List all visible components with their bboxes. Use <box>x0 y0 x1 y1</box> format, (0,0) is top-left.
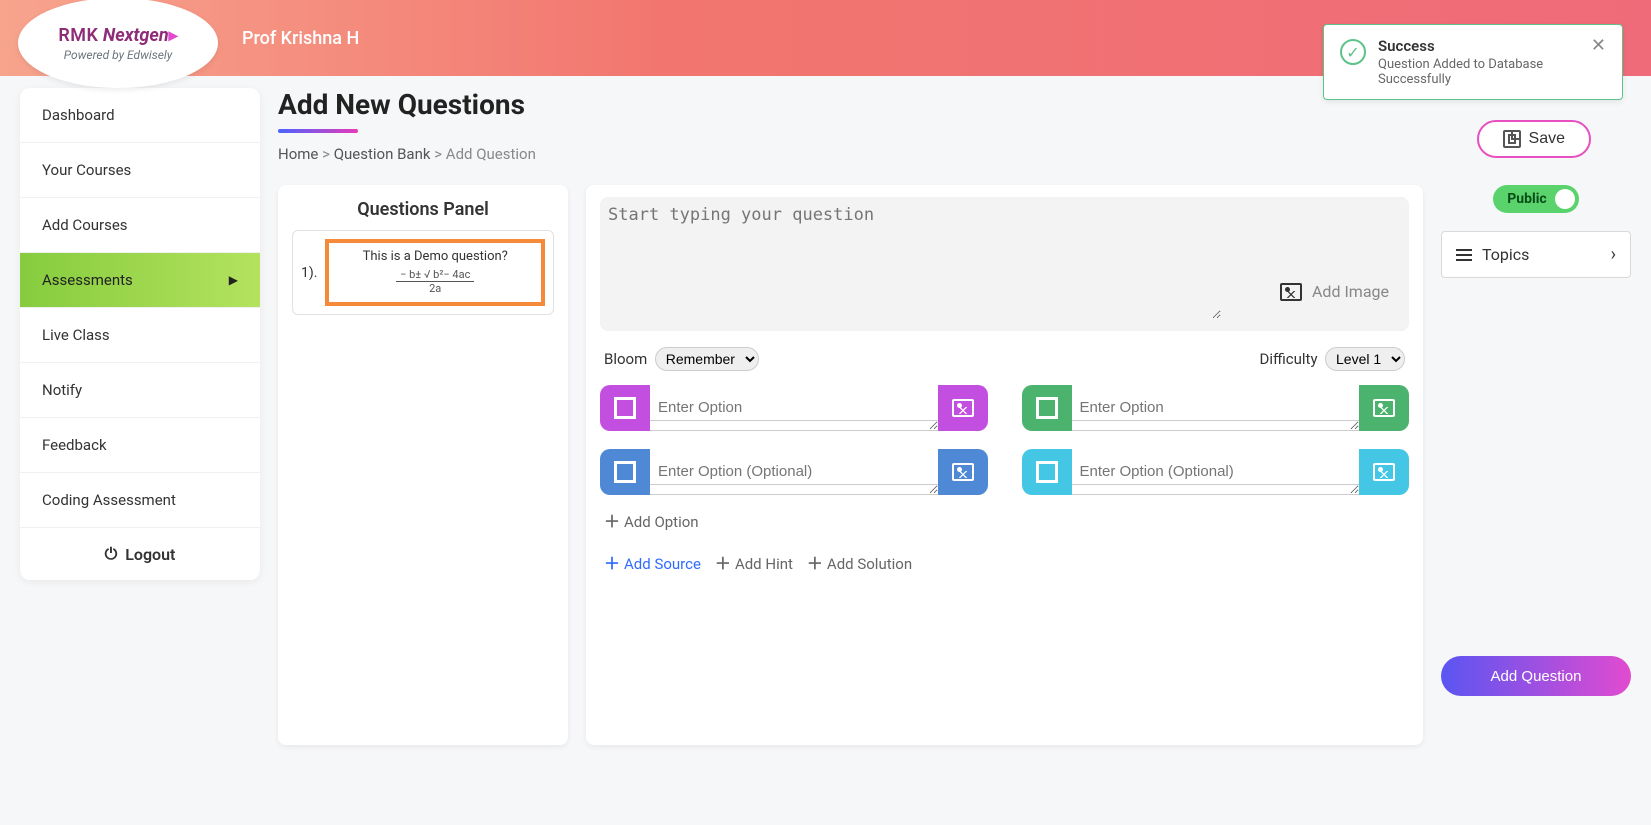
questions-panel-title: Questions Panel <box>292 199 554 220</box>
bloom-select[interactable]: Remember <box>655 347 759 371</box>
option-c-image-button[interactable] <box>938 449 988 495</box>
toast-title: Success <box>1378 37 1579 55</box>
logo-text-1: RMK <box>58 25 98 46</box>
option-b-image-button[interactable] <box>1359 385 1409 431</box>
plus-icon: ＋ <box>807 556 823 572</box>
breadcrumb-current: Add Question <box>446 145 536 163</box>
sidebar-item-live-class[interactable]: Live Class <box>20 308 260 363</box>
sidebar-item-feedback[interactable]: Feedback <box>20 418 260 473</box>
breadcrumb: Home > Question Bank > Add Question <box>278 145 1631 163</box>
bloom-label: Bloom <box>604 350 647 368</box>
add-source-button[interactable]: ＋Add Source <box>604 555 701 573</box>
option-a-correct-checkbox[interactable] <box>600 385 650 431</box>
difficulty-label: Difficulty <box>1259 350 1317 368</box>
image-icon <box>1373 399 1395 417</box>
toast-message: Question Added to Database Successfully <box>1378 57 1579 87</box>
topics-label: Topics <box>1482 245 1529 264</box>
option-b-correct-checkbox[interactable] <box>1022 385 1072 431</box>
option-a-image-button[interactable] <box>938 385 988 431</box>
title-underline <box>278 129 358 133</box>
check-circle-icon: ✓ <box>1340 39 1366 65</box>
image-icon <box>1373 463 1395 481</box>
add-image-button[interactable]: Add Image <box>1280 282 1389 301</box>
add-option-button[interactable]: ＋ Add Option <box>604 513 699 531</box>
option-c-input[interactable] <box>650 459 938 485</box>
logo-subtitle: Powered by Edwisely <box>64 48 172 62</box>
plus-icon: ＋ <box>604 556 620 572</box>
breadcrumb-home[interactable]: Home <box>278 145 318 163</box>
toggle-knob <box>1555 189 1575 209</box>
sidebar-item-your-courses[interactable]: Your Courses <box>20 143 260 198</box>
sidebar-item-assessments[interactable]: Assessments ▶ <box>20 253 260 308</box>
add-question-button[interactable]: Add Question <box>1441 656 1631 696</box>
success-toast: ✓ Success Question Added to Database Suc… <box>1323 24 1623 100</box>
add-solution-button[interactable]: ＋Add Solution <box>807 555 912 573</box>
sidebar-item-add-courses[interactable]: Add Courses <box>20 198 260 253</box>
logout-label: Logout <box>125 545 175 564</box>
option-c <box>600 449 988 495</box>
difficulty-select[interactable]: Level 1 <box>1325 347 1405 371</box>
sidebar: Dashboard Your Courses Add Courses Asses… <box>20 88 260 580</box>
toast-close-icon[interactable]: ✕ <box>1591 37 1606 55</box>
sidebar-item-notify[interactable]: Notify <box>20 363 260 418</box>
public-toggle[interactable]: Public <box>1493 185 1578 213</box>
option-c-correct-checkbox[interactable] <box>600 449 650 495</box>
questions-panel: Questions Panel 1). This is a Demo quest… <box>278 185 568 745</box>
question-input[interactable] <box>608 205 1221 319</box>
option-a <box>600 385 988 431</box>
plus-icon: ＋ <box>604 514 620 530</box>
question-preview-text: This is a Demo question? <box>337 249 533 264</box>
question-card[interactable]: 1). This is a Demo question? − b± √ b²− … <box>292 230 554 315</box>
logo-text-2: Nextgen <box>103 25 169 46</box>
option-d <box>1022 449 1410 495</box>
save-icon <box>1503 130 1521 148</box>
image-icon <box>952 463 974 481</box>
add-hint-button[interactable]: ＋Add Hint <box>715 555 793 573</box>
save-label: Save <box>1529 130 1565 148</box>
image-icon <box>952 399 974 417</box>
topics-button[interactable]: Topics › <box>1441 231 1631 278</box>
option-d-image-button[interactable] <box>1359 449 1409 495</box>
option-d-input[interactable] <box>1072 459 1360 485</box>
question-preview-formula: − b± √ b²− 4ac 2a <box>396 268 474 295</box>
question-number: 1). <box>301 265 317 281</box>
save-button[interactable]: Save <box>1477 120 1591 158</box>
menu-icon <box>1456 249 1472 261</box>
power-icon: ⏻ <box>105 544 118 564</box>
chevron-right-icon: ▶ <box>229 273 238 287</box>
image-icon <box>1280 283 1302 301</box>
option-d-correct-checkbox[interactable] <box>1022 449 1072 495</box>
option-b-input[interactable] <box>1072 395 1360 421</box>
right-column: Public Topics › Add Question <box>1441 185 1631 696</box>
chevron-right-icon: › <box>1611 244 1616 265</box>
public-label: Public <box>1507 191 1546 207</box>
plus-icon: ＋ <box>715 556 731 572</box>
breadcrumb-question-bank[interactable]: Question Bank <box>334 145 431 163</box>
app-logo: RMK Nextgen▸ Powered by Edwisely <box>18 0 218 88</box>
sidebar-item-dashboard[interactable]: Dashboard <box>20 88 260 143</box>
sidebar-item-coding-assessment[interactable]: Coding Assessment <box>20 473 260 528</box>
add-image-label: Add Image <box>1312 282 1389 301</box>
profile-name: Prof Krishna H <box>242 28 359 49</box>
option-a-input[interactable] <box>650 395 938 421</box>
option-b <box>1022 385 1410 431</box>
question-editor: Add Image Bloom Remember Difficulty Leve… <box>586 185 1423 745</box>
logout-button[interactable]: ⏻ Logout <box>20 528 260 580</box>
